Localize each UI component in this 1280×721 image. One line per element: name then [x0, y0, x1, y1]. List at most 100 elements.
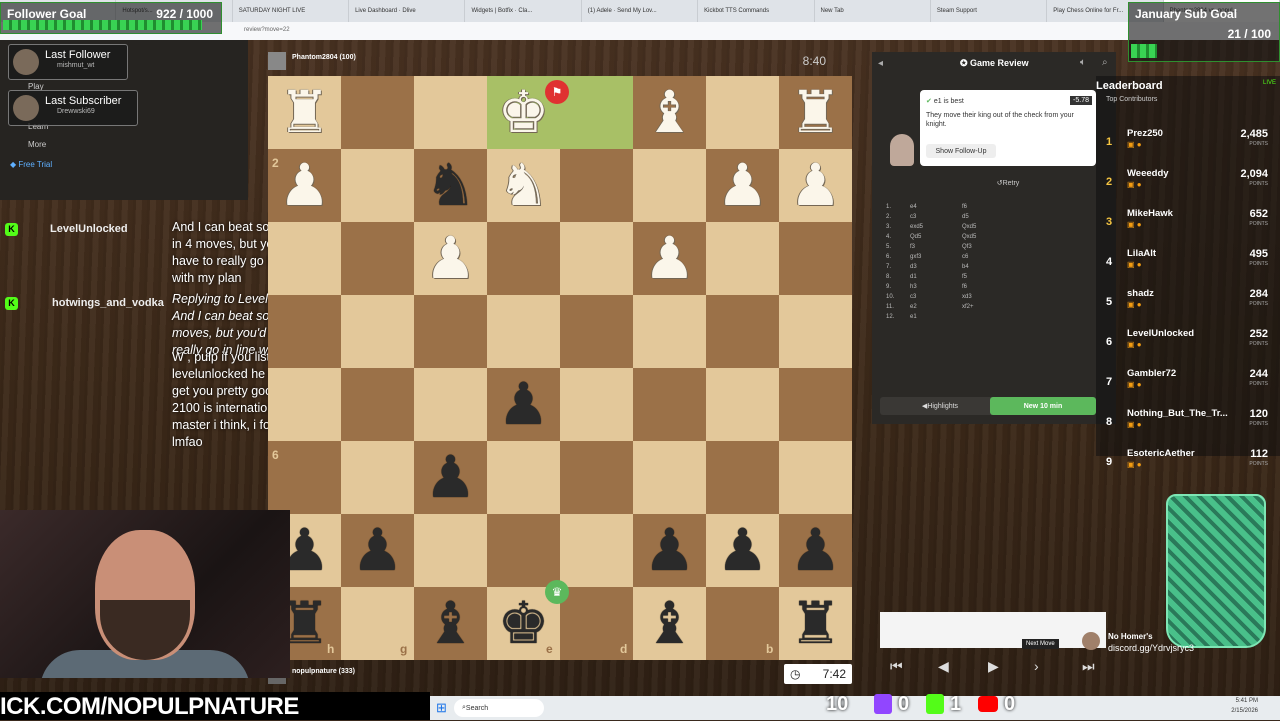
sound-icon[interactable]: 🔈︎: [1080, 57, 1086, 68]
board-square[interactable]: ♟: [414, 222, 487, 295]
board-square[interactable]: [268, 222, 341, 295]
chess-board[interactable]: ♜ ♚ ♝ ♜ ♟ ♞ ♞ ♟ ♟ ♟ ♟ ♟ ♟ ♟ ♟ ♟ ♟ ♟ ♜ ♝ ♚ ♝ ♜: [268, 76, 852, 660]
move-white[interactable]: e1: [910, 314, 917, 320]
board-square[interactable]: ♝: [633, 76, 706, 149]
board-square[interactable]: [633, 368, 706, 441]
bottom-player-name[interactable]: nopulpnature (333): [292, 668, 355, 675]
board-square[interactable]: [268, 295, 341, 368]
browser-tab[interactable]: SATURDAY NIGHT LIVE: [233, 0, 350, 22]
white-pawn-piece[interactable]: ♟: [279, 156, 331, 215]
board-square[interactable]: ♟: [706, 514, 779, 587]
board-square[interactable]: ♟: [633, 222, 706, 295]
black-bishop-piece[interactable]: ♝: [425, 594, 477, 653]
taskbar-search[interactable]: ⌕ Search: [454, 699, 544, 717]
browser-tab[interactable]: Steam Support: [931, 0, 1048, 22]
white-rook-piece[interactable]: ♜: [279, 83, 331, 142]
move-white[interactable]: d1: [910, 274, 917, 280]
board-square[interactable]: [487, 441, 560, 514]
highlights-button[interactable]: ◀ Highlights: [880, 397, 1000, 415]
board-square[interactable]: [560, 295, 633, 368]
board-square[interactable]: [633, 295, 706, 368]
move-black[interactable]: f5: [962, 274, 967, 280]
play-icon[interactable]: ▶: [988, 658, 999, 675]
move-black[interactable]: Qxd5: [962, 234, 976, 240]
black-rook-piece[interactable]: ♜: [790, 594, 842, 653]
board-square[interactable]: ♟: [706, 149, 779, 222]
nav-free-trial[interactable]: ◆ Free Trial: [10, 160, 52, 169]
move-white[interactable]: d3: [910, 264, 917, 270]
black-pawn-piece[interactable]: ♟: [717, 521, 769, 580]
browser-tab[interactable]: Kickbot TTS Commands: [698, 0, 815, 22]
search-icon[interactable]: ⌕: [1102, 57, 1108, 68]
black-pawn-piece[interactable]: ♟: [644, 521, 696, 580]
windows-start-icon[interactable]: ⊞: [436, 700, 447, 716]
black-pawn-piece[interactable]: ♟: [425, 448, 477, 507]
move-white[interactable]: Qd5: [910, 234, 921, 240]
board-square[interactable]: [268, 368, 341, 441]
white-bishop-piece[interactable]: ♝: [644, 83, 696, 142]
board-square[interactable]: ♟: [633, 514, 706, 587]
move-black[interactable]: c6: [962, 254, 968, 260]
board-square[interactable]: [633, 149, 706, 222]
white-knight-piece[interactable]: ♞: [498, 156, 550, 215]
black-king-piece[interactable]: ♚: [498, 594, 550, 653]
move-white[interactable]: c3: [910, 214, 916, 220]
board-square[interactable]: [414, 514, 487, 587]
board-square[interactable]: [706, 441, 779, 514]
board-square[interactable]: ♜: [779, 76, 852, 149]
board-square[interactable]: ♞: [414, 149, 487, 222]
move-white[interactable]: f3: [910, 244, 915, 250]
next-move-icon[interactable]: ›: [1034, 658, 1039, 674]
board-square[interactable]: ♜: [779, 587, 852, 660]
board-square[interactable]: [706, 295, 779, 368]
board-square[interactable]: ♟: [487, 368, 560, 441]
back-arrow-icon[interactable]: ◂: [878, 58, 883, 69]
white-king-piece[interactable]: ♚: [498, 83, 550, 142]
board-square[interactable]: [414, 76, 487, 149]
board-square[interactable]: [560, 368, 633, 441]
white-pawn-piece[interactable]: ♟: [425, 229, 477, 288]
board-square[interactable]: [706, 222, 779, 295]
show-follow-up-button[interactable]: Show Follow-Up: [926, 144, 996, 158]
board-square[interactable]: ♞: [487, 149, 560, 222]
last-move-icon[interactable]: ⏭: [1082, 658, 1095, 675]
board-square[interactable]: [633, 441, 706, 514]
browser-tab[interactable]: New Tab: [815, 0, 931, 22]
move-black[interactable]: xf2+: [962, 304, 974, 310]
move-white[interactable]: c3: [910, 294, 916, 300]
board-square[interactable]: [706, 76, 779, 149]
board-square[interactable]: [341, 222, 414, 295]
white-pawn-piece[interactable]: ♟: [644, 229, 696, 288]
board-square[interactable]: ♝: [414, 587, 487, 660]
black-bishop-piece[interactable]: ♝: [644, 594, 696, 653]
board-square[interactable]: [414, 368, 487, 441]
board-square[interactable]: [414, 295, 487, 368]
board-square[interactable]: ♟: [414, 441, 487, 514]
board-square[interactable]: ♟: [341, 514, 414, 587]
board-square[interactable]: [560, 222, 633, 295]
board-square[interactable]: [341, 149, 414, 222]
board-square[interactable]: [341, 76, 414, 149]
board-square[interactable]: ♜: [268, 76, 341, 149]
white-pawn-piece[interactable]: ♟: [790, 156, 842, 215]
board-square[interactable]: [560, 149, 633, 222]
board-square[interactable]: [560, 441, 633, 514]
move-black[interactable]: f6: [962, 204, 967, 210]
move-black[interactable]: xd3: [962, 294, 972, 300]
black-pawn-piece[interactable]: ♟: [352, 521, 404, 580]
board-square[interactable]: [706, 368, 779, 441]
board-square[interactable]: ♟: [779, 514, 852, 587]
chat-username[interactable]: hotwings_and_vodka: [52, 297, 164, 309]
board-square[interactable]: [560, 514, 633, 587]
white-pawn-piece[interactable]: ♟: [717, 156, 769, 215]
board-square[interactable]: ♟: [779, 149, 852, 222]
top-player-name[interactable]: Phantom2804 (100): [292, 54, 356, 61]
retry-button[interactable]: ↺ Retry: [988, 176, 1028, 190]
move-white[interactable]: gxf3: [910, 254, 921, 260]
nav-more[interactable]: More: [28, 140, 46, 149]
board-square[interactable]: [779, 222, 852, 295]
move-black[interactable]: Qf3: [962, 244, 972, 250]
move-black[interactable]: d5: [962, 214, 969, 220]
board-square[interactable]: [779, 295, 852, 368]
move-black[interactable]: Qxd5: [962, 224, 976, 230]
